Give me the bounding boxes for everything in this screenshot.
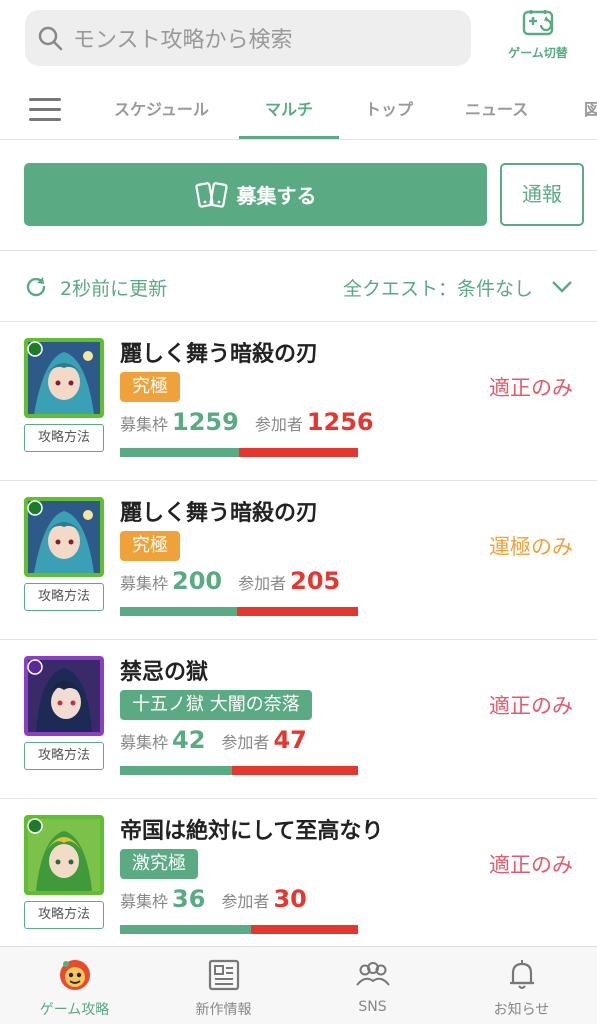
counts: 募集枠 36 参加者 30 xyxy=(120,885,307,917)
tab-schedule[interactable]: スケジュール xyxy=(114,82,209,139)
condition-label: 適正のみ xyxy=(489,376,573,400)
participants-value: 30 xyxy=(273,885,307,913)
participants-label: 参加者 xyxy=(254,415,303,434)
monster-mascot-icon xyxy=(59,960,90,990)
slots-label: 募集枠 xyxy=(120,415,169,434)
quest-name: 帝国は絶対にして至高なり xyxy=(120,819,384,844)
tab-news[interactable]: ニュース xyxy=(465,82,528,139)
hamburger-menu-icon[interactable] xyxy=(29,98,61,122)
bell-icon xyxy=(509,960,534,989)
nav-game-guide[interactable]: ゲーム攻略 xyxy=(0,947,149,1024)
quest-name: 麗しく舞う暗殺の刃 xyxy=(120,501,319,526)
nav-new-info[interactable]: 新作情報 xyxy=(149,947,298,1024)
search-placeholder: モンスト攻略から検索 xyxy=(73,28,293,53)
refresh-icon xyxy=(26,277,46,297)
ratio-bar xyxy=(120,925,358,934)
game-switch-label: ゲーム切替 xyxy=(508,46,568,60)
tab-multi[interactable]: マルチ xyxy=(238,82,340,139)
people-icon xyxy=(355,962,390,986)
slots-value: 1259 xyxy=(172,408,239,436)
refresh-label: 2秒前に更新 xyxy=(60,277,168,300)
nav-label: 新作情報 xyxy=(195,1002,252,1018)
search-icon xyxy=(38,26,63,51)
search-input[interactable]: モンスト攻略から検索 xyxy=(25,10,471,66)
participants-value: 1256 xyxy=(306,408,374,436)
difficulty-badge: 激究極 xyxy=(120,849,198,879)
tab-bar: スケジュール マルチ トップ ニュース 図 xyxy=(0,82,597,140)
strategy-link-button[interactable]: 攻略方法 xyxy=(24,742,104,770)
participants-label: 参加者 xyxy=(221,733,270,752)
counts: 募集枠 200 参加者 205 xyxy=(120,567,340,599)
quest-name: 禁忌の獄 xyxy=(120,660,209,685)
strategy-link-button[interactable]: 攻略方法 xyxy=(24,424,104,452)
strategy-link-button[interactable]: 攻略方法 xyxy=(24,583,104,611)
slots-label: 募集枠 xyxy=(120,733,169,752)
slots-value: 36 xyxy=(172,885,206,913)
divider xyxy=(0,250,597,251)
participants-label: 参加者 xyxy=(238,574,287,593)
difficulty-badge: 十五ノ獄 大闇の奈落 xyxy=(120,690,312,720)
news-icon xyxy=(208,959,239,991)
game-switch-button[interactable]: ゲーム切替 xyxy=(500,6,576,66)
chevron-down-icon xyxy=(552,281,572,293)
difficulty-badge: 究極 xyxy=(120,531,180,561)
slots-value: 200 xyxy=(172,567,223,595)
ratio-bar-fill xyxy=(120,766,232,775)
participants-label: 参加者 xyxy=(221,892,270,911)
quest-name: 麗しく舞う暗殺の刃 xyxy=(120,342,319,367)
refresh-button[interactable]: 2秒前に更新 xyxy=(24,270,167,304)
recruit-label: 募集する xyxy=(236,184,317,208)
participants-value: 47 xyxy=(273,726,307,754)
bottom-nav: ゲーム攻略 新作情報 SNS お知らせ xyxy=(0,946,597,1024)
filter-label: 全クエスト：条件なし xyxy=(342,277,533,300)
monster-thumbnail xyxy=(24,338,104,418)
tab-top[interactable]: トップ xyxy=(365,82,413,139)
slots-value: 42 xyxy=(172,726,206,754)
slots-label: 募集枠 xyxy=(120,892,169,911)
list-item[interactable]: 攻略方法 麗しく舞う暗殺の刃 究極 募集枠 1259 参加者 1256 適正のみ xyxy=(0,322,597,481)
report-button[interactable]: 通報 xyxy=(500,163,584,226)
nav-label: ゲーム攻略 xyxy=(39,1002,110,1018)
monster-thumbnail xyxy=(24,656,104,736)
nav-sns[interactable]: SNS xyxy=(298,947,447,1024)
counts: 募集枠 1259 参加者 1256 xyxy=(120,408,374,440)
ratio-bar-fill xyxy=(120,925,251,934)
condition-label: 適正のみ xyxy=(489,853,573,877)
ratio-bar xyxy=(120,607,358,616)
condition-label: 適正のみ xyxy=(489,694,573,718)
difficulty-badge: 究極 xyxy=(120,372,180,402)
ratio-bar-fill xyxy=(120,607,237,616)
counts: 募集枠 42 参加者 47 xyxy=(120,726,307,758)
gamepad-switch-icon xyxy=(522,10,554,36)
quest-filter-select[interactable]: 全クエスト：条件なし xyxy=(343,270,573,304)
nav-label: お知らせ xyxy=(493,1002,550,1018)
recruit-button[interactable]: 募集する xyxy=(24,163,487,226)
monster-thumbnail xyxy=(24,815,104,895)
strategy-link-button[interactable]: 攻略方法 xyxy=(24,901,104,929)
list-item[interactable]: 攻略方法 禁忌の獄 十五ノ獄 大闇の奈落 募集枠 42 参加者 47 適正のみ xyxy=(0,640,597,799)
participants-value: 205 xyxy=(290,567,341,595)
ratio-bar xyxy=(120,766,358,775)
slots-label: 募集枠 xyxy=(120,574,169,593)
tab-encyclopedia[interactable]: 図 xyxy=(584,82,597,139)
ratio-bar xyxy=(120,448,358,457)
condition-label: 運極のみ xyxy=(489,535,573,559)
ratio-bar-fill xyxy=(120,448,239,457)
top-bar: モンスト攻略から検索 ゲーム切替 xyxy=(0,0,597,82)
monster-thumbnail xyxy=(24,497,104,577)
nav-label: SNS xyxy=(358,999,387,1015)
recruit-icon xyxy=(194,181,228,208)
nav-notifications[interactable]: お知らせ xyxy=(447,947,596,1024)
list-item[interactable]: 攻略方法 帝国は絶対にして至高なり 激究極 募集枠 36 参加者 30 適正のみ xyxy=(0,799,597,958)
list-item[interactable]: 攻略方法 麗しく舞う暗殺の刃 究極 募集枠 200 参加者 205 運極のみ xyxy=(0,481,597,640)
